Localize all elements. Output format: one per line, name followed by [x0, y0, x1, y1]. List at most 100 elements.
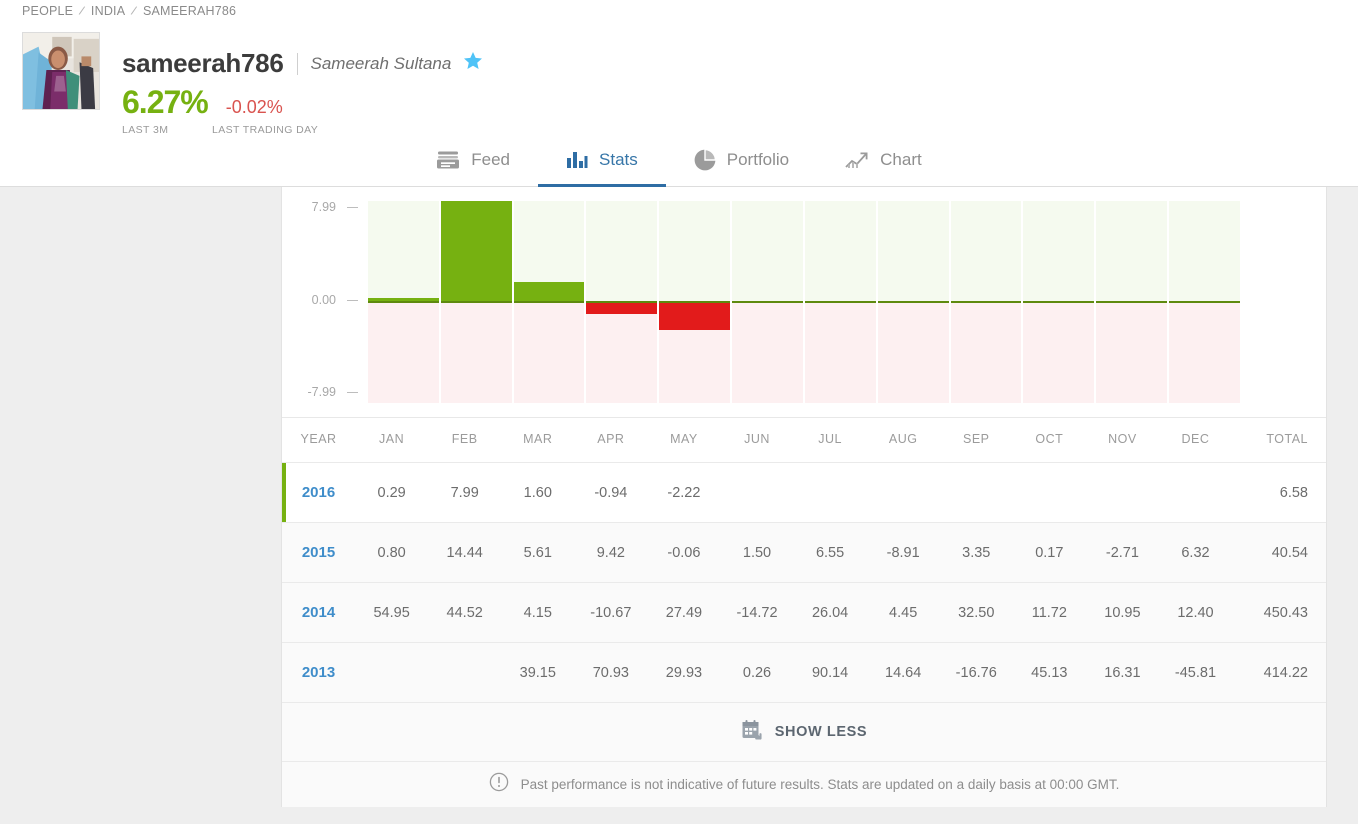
negative-band — [368, 302, 439, 403]
tab-stats[interactable]: Stats — [538, 136, 666, 187]
zero-line — [368, 301, 439, 303]
column-header-sep: SEP — [962, 432, 990, 446]
column-header-jul: JUL — [818, 432, 842, 446]
table-row[interactable]: 2015 0.80 14.44 5.61 9.42 -0.06 1.50 6.55 -8.91 3… — [282, 522, 1326, 583]
total-cell: 40.54 — [1271, 544, 1308, 561]
month-cell-jan: 0.80 — [377, 544, 406, 561]
month-cell-may: 27.49 — [665, 604, 703, 621]
bar-chart-icon — [566, 150, 588, 170]
month-cell-apr: 70.93 — [592, 664, 629, 681]
chart-column-may[interactable] — [659, 201, 731, 403]
line-chart-icon — [845, 150, 869, 170]
positive-band — [732, 201, 803, 302]
table-row[interactable]: 2016 0.29 7.99 1.60 -0.94 -2.22 6.58 — [282, 462, 1326, 523]
star-icon — [462, 50, 484, 77]
positive-band — [1096, 201, 1168, 302]
tab-portfolio[interactable]: Portfolio — [666, 136, 817, 187]
feed-icon — [436, 150, 460, 170]
table-header-row: YEAR JAN FEB MAR APR MAY JUN JUL AUG SEP OCT NOV DEC… — [282, 417, 1326, 463]
month-cell-jun: 0.26 — [742, 664, 772, 681]
year-cell[interactable]: 2013 — [282, 643, 355, 703]
chart-bar — [440, 201, 512, 302]
chart-column-mar[interactable] — [513, 201, 585, 403]
negative-band — [877, 302, 949, 403]
content-stage: 7.99 0.00 -7.99 YEAR JAN FEB MAR APR MAY JUN JU… — [0, 187, 1358, 824]
month-cell-feb: 7.99 — [450, 484, 479, 501]
chart-column-dec[interactable] — [1169, 201, 1240, 403]
chart-column-jan[interactable] — [368, 201, 439, 403]
zero-line — [1023, 301, 1095, 303]
year-cell[interactable]: 2015 — [282, 523, 355, 583]
zero-line — [1169, 301, 1240, 303]
calendar-collapse-icon — [741, 719, 763, 746]
chart-column-jun[interactable] — [732, 201, 803, 403]
year-cell[interactable]: 2014 — [282, 583, 355, 643]
profile-name-line: sameerah786 Sameerah Sultana — [122, 48, 484, 79]
performance-labels: LAST 3M LAST TRADING DAY — [122, 124, 484, 136]
month-cell-mar: 1.60 — [523, 484, 552, 501]
breadcrumb-item-user[interactable]: SAMEERAH786 — [143, 4, 236, 18]
month-cell-oct — [1013, 463, 1086, 523]
negative-band — [586, 302, 658, 403]
avatar[interactable] — [22, 32, 100, 110]
tab-feed[interactable]: Feed — [408, 136, 538, 187]
disclaimer-text: Past performance is not indicative of fu… — [520, 777, 1120, 792]
negative-band — [1169, 302, 1240, 403]
month-cell-aug — [867, 463, 940, 523]
table-row[interactable]: 2014 54.95 44.52 4.15 -10.67 27.49 -14.72 26.04… — [282, 582, 1326, 643]
chart-column-aug[interactable] — [877, 201, 949, 403]
table-row[interactable]: 2013 39.15 70.93 29.93 0.26 90.14 14.64 -16.76 4… — [282, 642, 1326, 703]
month-cell-apr: -10.67 — [590, 604, 632, 621]
positive-band — [877, 201, 949, 302]
month-cell-oct: 45.13 — [1031, 664, 1068, 681]
zero-line — [659, 301, 731, 303]
tab-stats-label: Stats — [599, 150, 638, 169]
show-less-button[interactable]: SHOW LESS — [282, 702, 1326, 761]
zero-line — [513, 301, 585, 303]
pie-chart-icon — [694, 149, 716, 171]
negative-band — [804, 302, 876, 403]
user-photo-avatar — [23, 33, 99, 109]
zero-line — [732, 301, 803, 303]
positive-band — [368, 201, 439, 302]
month-cell-sep — [940, 463, 1013, 523]
chart-column-oct[interactable] — [1023, 201, 1095, 403]
breadcrumb-item-people[interactable]: PEOPLE — [22, 4, 73, 18]
column-header-dec: DEC — [1181, 432, 1210, 446]
month-cell-oct: 11.72 — [1031, 604, 1067, 621]
y-tick-label-bottom: -7.99 — [307, 385, 337, 399]
table-body: 2016 0.29 7.99 1.60 -0.94 -2.22 6.58 2015 0.80 14… — [282, 462, 1326, 703]
column-header-aug: AUG — [888, 432, 918, 446]
negative-band — [950, 302, 1022, 403]
chart-column-nov[interactable] — [1096, 201, 1168, 403]
tab-chart[interactable]: Chart — [817, 136, 950, 187]
tab-portfolio-label: Portfolio — [726, 150, 790, 169]
month-cell-jul — [794, 463, 867, 523]
month-cell-jul: 26.04 — [811, 604, 849, 621]
chart-column-jul[interactable] — [804, 201, 876, 403]
total-cell: 6.58 — [1279, 484, 1308, 501]
y-tick-label-top: 7.99 — [311, 200, 336, 214]
chart-plot-area — [368, 201, 1240, 403]
show-less-label: SHOW LESS — [774, 724, 868, 740]
year-cell[interactable]: 2016 — [282, 463, 355, 523]
chart-bar — [659, 302, 731, 331]
zero-line — [804, 301, 876, 303]
breadcrumb-item-india[interactable]: INDIA — [91, 4, 125, 18]
chart-bar — [513, 281, 585, 302]
table-header: YEAR JAN FEB MAR APR MAY JUN JUL AUG SEP OCT NOV DEC… — [282, 417, 1326, 463]
month-cell-dec — [1159, 463, 1232, 523]
total-cell: 450.43 — [1263, 604, 1308, 621]
y-tick-mark-bottom — [347, 392, 358, 393]
zero-line — [586, 301, 658, 303]
exclamation-circle-icon — [489, 772, 509, 797]
chart-column-feb[interactable] — [440, 201, 512, 403]
performance-percent: 6.27% — [122, 84, 209, 120]
column-header-jun: JUN — [744, 432, 770, 446]
month-cell-may: 29.93 — [665, 664, 703, 681]
chart-column-apr[interactable] — [586, 201, 658, 403]
negative-band — [732, 302, 803, 403]
chart-column-sep[interactable] — [950, 201, 1022, 403]
month-cell-aug: -8.91 — [886, 544, 920, 561]
total-cell: 414.22 — [1263, 664, 1308, 681]
